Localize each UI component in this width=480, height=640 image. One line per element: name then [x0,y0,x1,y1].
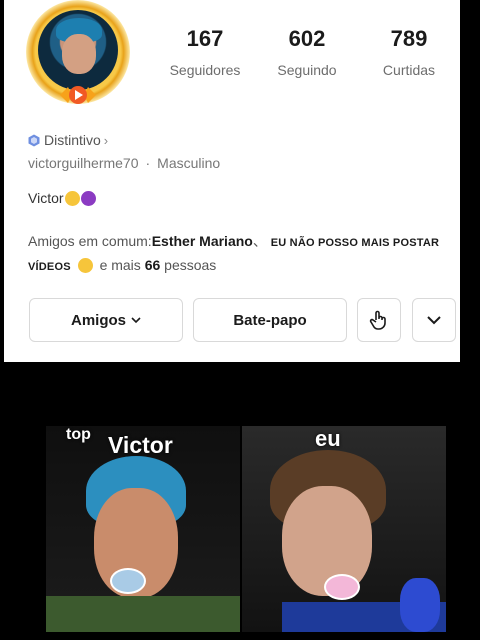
badge-label: Distintivo [44,132,101,148]
hexagon-badge-icon [28,134,40,146]
gender: Masculino [157,155,221,171]
badge-link[interactable]: Distintivo › [28,132,108,148]
bio: Victor [28,190,96,206]
stat-label: Seguindo [277,62,337,78]
chat-button[interactable]: Bate-papo [193,298,347,342]
stat-value: 167 [186,26,224,51]
separator-dot: · [145,155,151,171]
stat-value: 789 [390,26,428,51]
meme-image [46,426,446,632]
meme-right-hand [400,578,440,632]
devil-emoji-icon [80,190,96,206]
chevron-down-icon [427,316,441,325]
meme-caption-right: eu [315,426,341,451]
stat-likes[interactable]: 789 Curtidas [358,26,460,78]
avatar[interactable] [26,0,130,104]
mutual-separator: 、 [252,233,267,249]
mutual-suffix: pessoas [164,257,217,273]
crying-emoji-icon [77,258,93,273]
stat-following[interactable]: 602 Seguindo [256,26,358,78]
mutual-middle: e mais [99,257,141,273]
chevron-right-icon: › [103,132,109,148]
chat-button-label: Bate-papo [233,311,307,329]
chevron-down-icon [131,316,141,323]
pacifier-icon [110,568,146,594]
mutual-count: 66 [144,257,161,273]
profile-card: 167 Seguidores 602 Seguindo 789 Curtidas… [4,0,460,362]
avatar-photo [38,10,118,90]
more-button[interactable] [412,298,456,342]
share-button[interactable] [357,298,401,342]
stat-label: Seguidores [169,62,241,78]
mutual-friend-1: Esther Mariano [151,233,253,249]
mutual-prefix: Amigos em comum: [28,233,152,249]
friends-button[interactable]: Amigos [29,298,183,342]
mutual-friends[interactable]: Amigos em comum:Esther Mariano、 EU NÃO P… [28,230,448,278]
pacifier-icon [324,574,360,600]
stat-value: 602 [288,26,326,51]
meme-left-shirt [46,596,240,632]
meme-photo-right [242,426,446,632]
username: victorguilherme70 [28,155,139,171]
meme-caption-top: top [66,426,91,443]
hand-share-icon [369,310,386,330]
meme-caption-left: Victor [108,432,173,458]
stat-label: Curtidas [382,62,436,78]
user-info-line: victorguilherme70 · Masculino [28,155,220,171]
avatar-face [62,34,96,74]
smile-emoji-icon [64,190,80,206]
stat-followers[interactable]: 167 Seguidores [154,26,256,78]
live-badge-icon [60,86,96,104]
friends-button-label: Amigos [70,311,126,329]
stats-row: 167 Seguidores 602 Seguindo 789 Curtidas [154,26,460,78]
bio-text: Victor [28,190,64,206]
